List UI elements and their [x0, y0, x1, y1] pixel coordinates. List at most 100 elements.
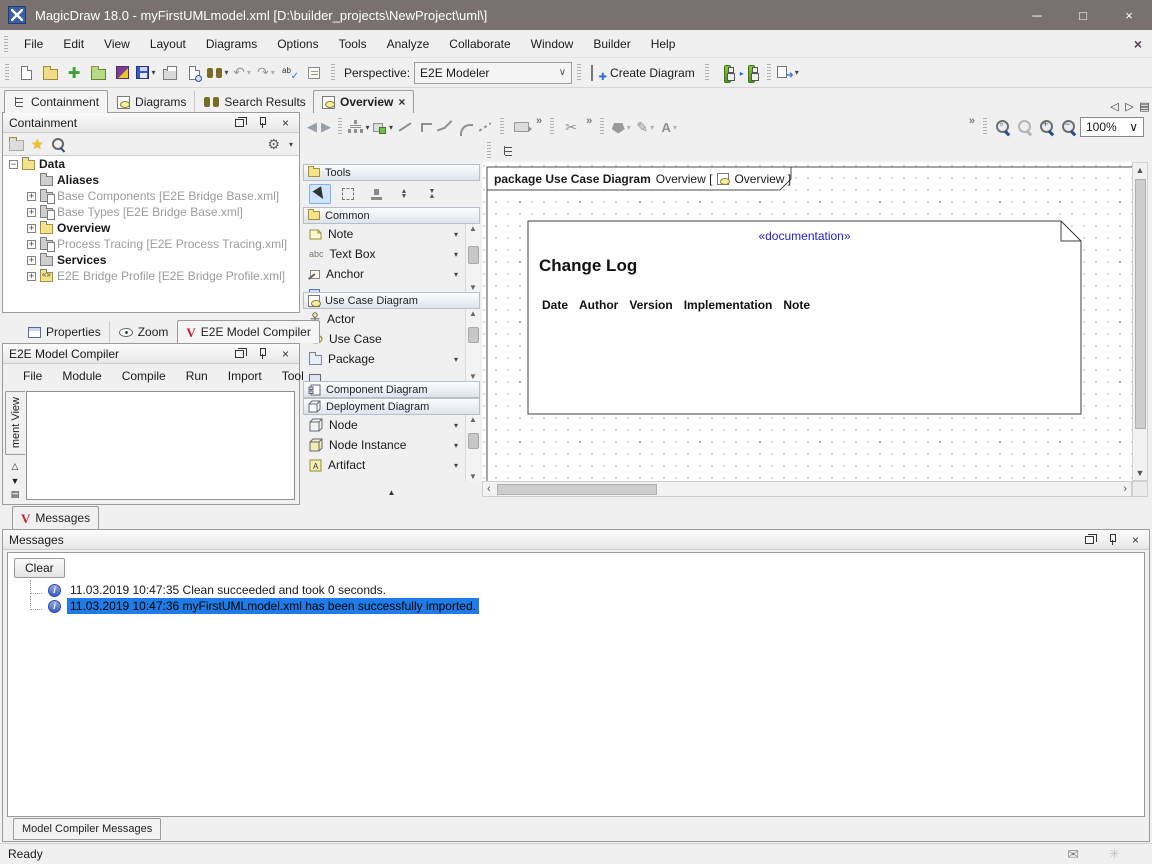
- side-down-icon[interactable]: ▼: [7, 474, 23, 487]
- expand-icon[interactable]: +: [27, 240, 36, 249]
- toolbar-grip[interactable]: [550, 118, 554, 136]
- curved-path-button[interactable]: [457, 120, 473, 134]
- pin-button[interactable]: [1105, 533, 1120, 547]
- more-tools-icon[interactable]: »: [536, 113, 542, 127]
- dropdown-icon[interactable]: ▾: [650, 123, 654, 132]
- scroll-down-icon[interactable]: ▼: [469, 283, 477, 292]
- toolbar-grip[interactable]: [577, 64, 581, 82]
- vertical-scrollbar[interactable]: ▲ ▼: [1132, 162, 1148, 481]
- toolbar-grip[interactable]: [500, 118, 504, 136]
- tab-list-button[interactable]: ▤: [1137, 99, 1152, 113]
- toolbar-grip[interactable]: [487, 142, 491, 160]
- gear-icon[interactable]: ⚙: [267, 136, 280, 153]
- palette-common-header[interactable]: Common: [303, 207, 480, 224]
- close-panel-button[interactable]: ×: [278, 116, 293, 130]
- message-row-selected[interactable]: i 11.03.2019 10:47:36 myFirstUMLmodel.xm…: [8, 598, 1144, 614]
- palette-item-node[interactable]: Node▾: [303, 415, 480, 435]
- compiler-menu-import[interactable]: Import: [218, 365, 272, 387]
- documentation-title[interactable]: Change Log: [539, 256, 637, 276]
- oblique-path-button[interactable]: [437, 120, 453, 134]
- new-project-button[interactable]: [15, 61, 37, 85]
- find-dropdown-icon[interactable]: ▾: [224, 68, 228, 77]
- rectilinear-path-button[interactable]: [417, 120, 433, 134]
- menu-view[interactable]: View: [94, 33, 140, 55]
- minimize-button[interactable]: ─: [1014, 0, 1060, 30]
- menu-window[interactable]: Window: [521, 33, 584, 55]
- dropdown-icon[interactable]: ▾: [454, 421, 458, 430]
- menu-layout[interactable]: Layout: [140, 33, 196, 55]
- print-button[interactable]: [159, 61, 181, 85]
- palette-component-header[interactable]: Component Diagram: [303, 381, 480, 398]
- fit-in-window-button[interactable]: ▫: [995, 119, 1011, 135]
- message-row[interactable]: i 11.03.2019 10:47:35 Clean succeeded an…: [8, 582, 1144, 598]
- float-button[interactable]: [1082, 533, 1097, 547]
- toolbar-grip[interactable]: [600, 118, 604, 136]
- dropdown-icon[interactable]: ▾: [673, 123, 677, 132]
- pin-button[interactable]: [255, 347, 270, 361]
- redo-button[interactable]: ↷▾: [255, 61, 277, 85]
- tab-properties[interactable]: Properties: [20, 321, 110, 343]
- resize-button[interactable]: [510, 115, 532, 139]
- open-disabled-icon[interactable]: [9, 140, 24, 151]
- scroll-thumb[interactable]: [1135, 179, 1146, 429]
- float-button[interactable]: [232, 347, 247, 361]
- layout-button[interactable]: ▾: [348, 115, 370, 139]
- dropdown-icon[interactable]: ▾: [454, 441, 458, 450]
- create-diagram-button[interactable]: ✚ Create Diagram: [587, 61, 699, 85]
- toolbar-grip[interactable]: [338, 118, 342, 136]
- fill-color-button[interactable]: ▾: [610, 115, 632, 139]
- palette-item-text-box[interactable]: abc Text Box▾: [303, 244, 480, 264]
- layout-dropdown-icon[interactable]: ▾: [365, 123, 369, 132]
- palette-item-anchor[interactable]: Anchor▾: [303, 264, 480, 284]
- side-up-icon[interactable]: △: [7, 460, 23, 473]
- close-panel-button[interactable]: ×: [278, 347, 293, 361]
- structure-tree2-button[interactable]: ▸: [739, 61, 761, 85]
- find-button[interactable]: ▾: [207, 61, 229, 85]
- expand-icon[interactable]: +: [27, 208, 36, 217]
- scroll-thumb[interactable]: [468, 433, 479, 449]
- scroll-down-icon[interactable]: ▼: [1136, 468, 1145, 480]
- close-tab-icon[interactable]: ×: [398, 95, 405, 109]
- dropdown-icon[interactable]: ▾: [454, 250, 458, 259]
- tab-diagrams[interactable]: Diagrams: [109, 91, 195, 113]
- straight-path-button[interactable]: [397, 120, 413, 134]
- print-preview-button[interactable]: [183, 61, 205, 85]
- dashed-path-button[interactable]: [477, 120, 493, 134]
- scroll-thumb[interactable]: [497, 484, 657, 495]
- side-list-icon[interactable]: ▤: [7, 488, 23, 501]
- menu-options[interactable]: Options: [267, 33, 328, 55]
- tree-row-services[interactable]: + Services: [3, 252, 299, 268]
- marquee-tool-button[interactable]: [337, 184, 359, 204]
- more-tools-icon[interactable]: »: [969, 113, 975, 127]
- gear-dropdown-icon[interactable]: ▾: [289, 140, 293, 149]
- palette-use-case-header[interactable]: Use Case Diagram: [303, 292, 480, 309]
- prev-tab-button[interactable]: ◁: [1107, 99, 1122, 113]
- vertical-collapse-tool-button[interactable]: ▼▲: [421, 184, 443, 204]
- menu-collaborate[interactable]: Collaborate: [439, 33, 520, 55]
- structure-tree-button[interactable]: [715, 61, 737, 85]
- palette-item-package[interactable]: Package▾: [303, 349, 480, 369]
- toolbar-grip[interactable]: [705, 64, 709, 82]
- palette-item-node-instance[interactable]: Node Instance▾: [303, 435, 480, 455]
- export-dropdown-icon[interactable]: ▾: [795, 68, 799, 77]
- redo-dropdown-icon[interactable]: ▾: [271, 68, 275, 77]
- deployment-scrollbar[interactable]: ▲ ▼: [465, 415, 480, 481]
- tree-row-base-types[interactable]: + Base Types [E2E Bridge Base.xml]: [3, 204, 299, 220]
- tab-messages[interactable]: V Messages: [12, 506, 99, 529]
- scroll-thumb[interactable]: [468, 246, 479, 264]
- favorites-star-icon[interactable]: ★: [31, 136, 44, 153]
- horizontal-scrollbar[interactable]: ‹ ›: [482, 481, 1132, 497]
- tab-model-compiler-messages[interactable]: Model Compiler Messages: [13, 818, 161, 840]
- compiler-menu-module[interactable]: Module: [52, 365, 111, 387]
- tree-row-e2e-bridge-profile[interactable]: + E2E Bridge Profile [E2E Bridge Profile…: [3, 268, 299, 284]
- project-options-button[interactable]: [111, 61, 133, 85]
- menu-builder[interactable]: Builder: [583, 33, 640, 55]
- tree-row-base-components[interactable]: + Base Components [E2E Bridge Base.xml]: [3, 188, 299, 204]
- close-button[interactable]: ×: [1106, 0, 1152, 30]
- tab-zoom[interactable]: Zoom: [111, 321, 177, 343]
- menu-edit[interactable]: Edit: [53, 33, 94, 55]
- tab-e2e-model-compiler[interactable]: VE2E Model Compiler: [177, 320, 319, 343]
- common-scrollbar[interactable]: ▲ ▼: [465, 224, 480, 292]
- more-tools-icon[interactable]: »: [586, 113, 592, 127]
- compiler-menu-compile[interactable]: Compile: [112, 365, 176, 387]
